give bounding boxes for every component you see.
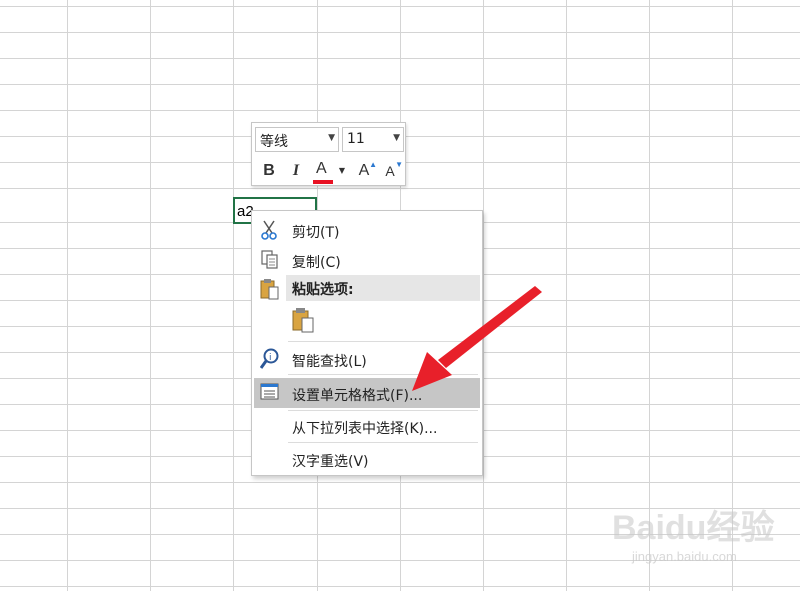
watermark-logo-text: Baidu经验	[612, 509, 775, 547]
arrow-shaft	[438, 286, 542, 368]
watermark: Baidu经验 jingyan.baidu.com	[612, 500, 774, 564]
watermark-url: jingyan.baidu.com	[632, 549, 737, 564]
